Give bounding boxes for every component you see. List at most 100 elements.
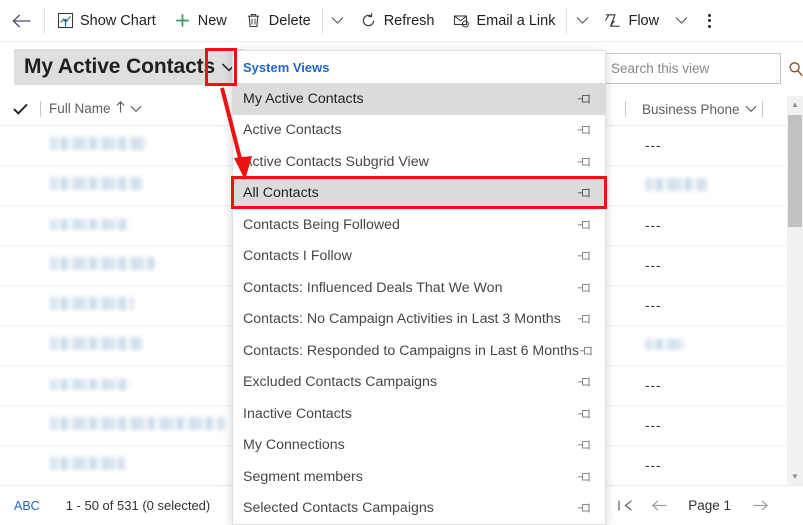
cell-business-phone: ---	[645, 258, 662, 273]
flow-icon	[604, 12, 622, 30]
cell-full-name	[50, 256, 154, 275]
dropdown-item-active-contacts[interactable]: Active Contacts	[233, 115, 605, 147]
pin-icon[interactable]	[577, 124, 591, 136]
dropdown-section-header: System Views	[243, 59, 330, 75]
pin-icon[interactable]	[577, 313, 591, 325]
previous-page-icon[interactable]	[642, 489, 676, 523]
show-chart-button[interactable]: Show Chart	[47, 0, 165, 42]
refresh-icon	[360, 12, 378, 30]
vertical-scrollbar[interactable]: ▲ ▼	[787, 96, 803, 485]
cell-full-name	[50, 456, 124, 475]
email-a-link-button[interactable]: Email a Link	[443, 0, 564, 42]
dropdown-item-contacts-i-follow[interactable]: Contacts I Follow	[233, 241, 605, 273]
dropdown-item-contacts-responded-to-campaigns[interactable]: Contacts: Responded to Campaigns in Last…	[233, 335, 605, 367]
column-menu-chevron-down-icon-2[interactable]	[745, 105, 757, 113]
flow-button[interactable]: Flow	[595, 0, 668, 42]
show-chart-label: Show Chart	[80, 12, 156, 29]
toolbar-divider-2	[321, 7, 323, 34]
select-all-checkmark-icon[interactable]	[0, 103, 40, 115]
next-page-icon[interactable]	[743, 489, 777, 523]
refresh-button[interactable]: Refresh	[351, 0, 444, 42]
pin-icon[interactable]	[579, 345, 593, 357]
pin-icon[interactable]	[577, 250, 591, 262]
dropdown-item-label: Active Contacts Subgrid View	[243, 153, 429, 170]
view-selector[interactable]: My Active Contacts	[14, 49, 245, 85]
column-label-full-name: Full Name	[49, 101, 111, 116]
dropdown-item-label: Contacts: Responded to Campaigns in Last…	[243, 342, 579, 359]
cell-business-phone: ---	[645, 418, 662, 433]
dropdown-item-contacts-influenced-deals[interactable]: Contacts: Influenced Deals That We Won	[233, 272, 605, 304]
dropdown-item-contacts-no-campaign-activities[interactable]: Contacts: No Campaign Activities in Last…	[233, 304, 605, 336]
page-label: Page 1	[688, 498, 731, 513]
scroll-down-arrow-icon[interactable]: ▼	[787, 468, 803, 485]
dropdown-item-label: Segment members	[243, 468, 363, 485]
cell-full-name	[50, 217, 130, 235]
search-icon[interactable]	[788, 61, 803, 77]
delete-button[interactable]: Delete	[236, 0, 320, 42]
pin-icon[interactable]	[577, 502, 591, 514]
record-count-label: 1 - 50 of 531 (0 selected)	[65, 498, 211, 513]
pin-icon[interactable]	[577, 471, 591, 483]
new-button[interactable]: New	[165, 0, 236, 42]
dropdown-item-label: Selected Contacts Campaigns	[243, 500, 434, 517]
dropdown-item-excluded-contacts-campaigns[interactable]: Excluded Contacts Campaigns	[233, 367, 605, 399]
dropdown-item-all-contacts[interactable]: All Contacts	[233, 177, 605, 209]
dropdown-item-label: Contacts: No Campaign Activities in Last…	[243, 311, 561, 328]
toolbar-divider	[44, 7, 45, 34]
crm-grid-page: Show Chart New Delete Refresh Email a Li…	[0, 0, 803, 525]
column-header-business-phone[interactable]: Business Phone	[634, 92, 765, 126]
cell-business-phone	[645, 338, 685, 353]
pin-icon[interactable]	[577, 219, 591, 231]
view-selector-dropdown[interactable]: System Views My Active Contacts Active C…	[232, 50, 606, 525]
dropdown-item-label: My Connections	[243, 437, 345, 454]
cell-full-name	[50, 336, 142, 355]
cell-full-name	[50, 136, 146, 155]
delete-label: Delete	[268, 12, 311, 29]
dropdown-item-active-contacts-subgrid-view[interactable]: Active Contacts Subgrid View	[233, 146, 605, 178]
dropdown-item-label: Excluded Contacts Campaigns	[243, 374, 437, 391]
pin-icon[interactable]	[577, 439, 591, 451]
cell-full-name	[50, 377, 131, 395]
email-icon	[452, 12, 470, 30]
dropdown-item-label: All Contacts	[243, 185, 319, 202]
dropdown-item-label: Inactive Contacts	[243, 405, 352, 422]
email-a-link-label: Email a Link	[476, 12, 556, 29]
delete-overflow-chevron-down-icon[interactable]	[325, 0, 351, 42]
cell-business-phone: ---	[645, 138, 662, 153]
dropdown-item-contacts-being-followed[interactable]: Contacts Being Followed	[233, 209, 605, 241]
dropdown-item-label: Active Contacts	[243, 122, 342, 139]
column-menu-chevron-down-icon[interactable]	[130, 105, 142, 113]
plus-icon	[174, 12, 192, 30]
header-divider-2	[625, 101, 626, 117]
first-page-icon[interactable]	[608, 489, 642, 523]
alpha-index-button[interactable]: ABC	[14, 499, 40, 513]
more-commands-button[interactable]	[694, 0, 724, 42]
search-box[interactable]	[601, 53, 803, 84]
dropdown-item-my-connections[interactable]: My Connections	[233, 430, 605, 462]
scroll-up-arrow-icon[interactable]: ▲	[787, 96, 803, 113]
dropdown-item-segment-members[interactable]: Segment members	[233, 461, 605, 493]
pin-icon[interactable]	[577, 282, 591, 294]
flow-chevron-down-icon[interactable]	[668, 0, 694, 42]
column-label-business-phone: Business Phone	[642, 101, 740, 117]
scrollbar-thumb[interactable]	[788, 115, 802, 227]
pin-icon[interactable]	[577, 408, 591, 420]
back-button[interactable]	[0, 0, 42, 42]
dropdown-item-selected-contacts-campaigns[interactable]: Selected Contacts Campaigns	[233, 493, 605, 525]
pin-icon[interactable]	[577, 156, 591, 168]
pin-icon[interactable]	[577, 93, 591, 105]
new-label: New	[197, 12, 227, 29]
dropdown-item-inactive-contacts[interactable]: Inactive Contacts	[233, 398, 605, 430]
pin-icon[interactable]	[577, 376, 591, 388]
cell-full-name	[50, 416, 225, 435]
trash-icon	[245, 12, 263, 30]
refresh-label: Refresh	[383, 12, 435, 29]
dropdown-item-my-active-contacts[interactable]: My Active Contacts	[233, 83, 605, 115]
cell-business-phone	[645, 177, 707, 194]
search-input[interactable]	[611, 61, 788, 76]
cell-business-phone: ---	[645, 218, 662, 233]
email-overflow-chevron-down-icon[interactable]	[569, 0, 595, 42]
column-header-full-name[interactable]: Full Name	[41, 92, 150, 126]
dropdown-item-label: Contacts I Follow	[243, 248, 352, 265]
pin-icon[interactable]	[577, 187, 591, 199]
